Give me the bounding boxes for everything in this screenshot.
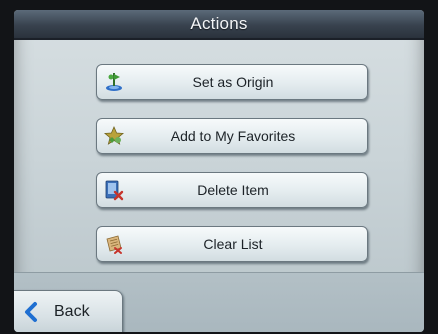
actions-list: Set as Origin Add to My Favorites Delete…: [14, 38, 424, 278]
add-to-favorites-button[interactable]: Add to My Favorites: [96, 118, 368, 154]
delete-item-button[interactable]: Delete Item: [96, 172, 368, 208]
set-as-origin-button[interactable]: Set as Origin: [96, 64, 368, 100]
back-label: Back: [54, 303, 90, 320]
delete-item-label: Delete Item: [197, 182, 269, 198]
origin-pin-icon: [103, 71, 125, 93]
delete-item-icon: [103, 179, 125, 201]
page-title: Actions: [190, 14, 248, 33]
set-as-origin-label: Set as Origin: [192, 74, 274, 90]
bottom-bar: Back: [14, 272, 424, 332]
clear-list-icon: [103, 233, 125, 255]
clear-list-button[interactable]: Clear List: [96, 226, 368, 262]
device-frame: Actions Set as Origin Add to My Favorite…: [0, 0, 438, 334]
favorites-star-icon: [103, 125, 125, 147]
title-bar: Actions: [14, 10, 424, 40]
screen: Actions Set as Origin Add to My Favorite…: [14, 10, 424, 332]
add-to-favorites-label: Add to My Favorites: [170, 128, 296, 144]
clear-list-label: Clear List: [203, 236, 263, 252]
back-button[interactable]: Back: [14, 290, 123, 332]
chevron-left-icon: [22, 301, 40, 323]
